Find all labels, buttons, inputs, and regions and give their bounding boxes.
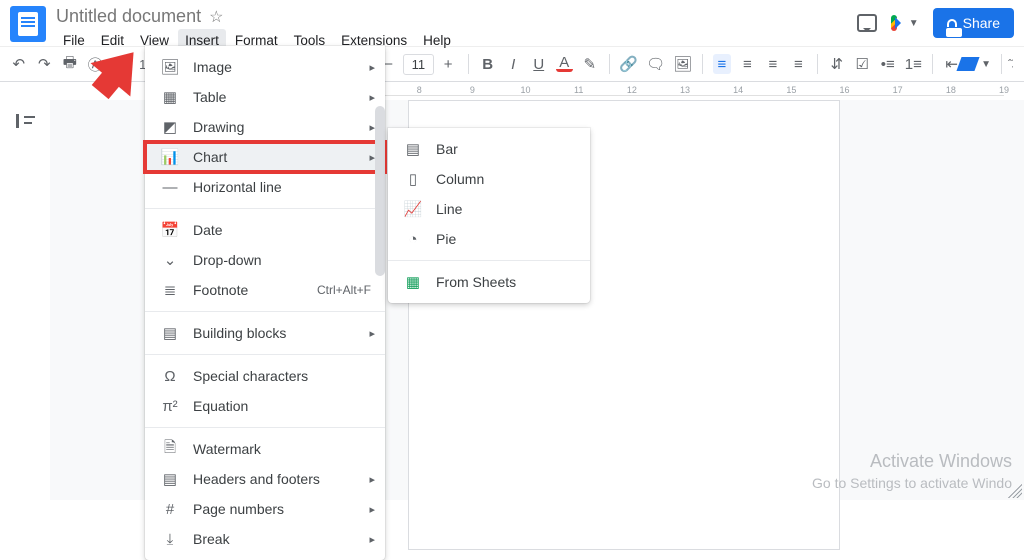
insert-date[interactable]: 📅Date (145, 215, 385, 245)
header: Untitled document ☆ File Edit View Inser… (0, 0, 1024, 46)
line-spacing-icon[interactable]: ⇵ (828, 54, 846, 74)
highlight-icon[interactable]: ✎ (581, 54, 599, 74)
align-center-icon[interactable]: ≡ (739, 54, 757, 74)
insert-special-chars[interactable]: ΩSpecial characters (145, 361, 385, 391)
docs-logo-icon[interactable] (10, 6, 46, 42)
print-icon[interactable]: 🖶 (61, 54, 79, 74)
undo-icon[interactable]: ↶ (10, 54, 28, 74)
outline-icon[interactable] (16, 114, 34, 128)
numbered-list-icon[interactable]: 1≡ (905, 54, 923, 74)
text-color-icon[interactable]: A (556, 56, 574, 72)
insert-page-numbers[interactable]: #Page numbers▸ (145, 494, 385, 524)
chart-line[interactable]: 📈Line (388, 194, 590, 224)
chart-pie[interactable]: ◔Pie (388, 224, 590, 254)
line-chart-icon: 📈 (404, 200, 422, 218)
menu-file[interactable]: File (56, 29, 92, 52)
chart-column[interactable]: ▯Column (388, 164, 590, 194)
activate-windows-watermark: Activate Windows Go to Settings to activ… (812, 450, 1012, 492)
watermark-icon: 🗎 (161, 440, 179, 458)
pagenum-icon: # (161, 500, 179, 518)
insert-watermark[interactable]: 🗎Watermark (145, 434, 385, 464)
collapse-icon[interactable]: ˆ (1008, 57, 1012, 71)
insert-image-icon[interactable]: 🖼 (673, 54, 692, 74)
omega-icon: Ω (161, 367, 179, 385)
footnote-icon: ≣ (161, 281, 179, 299)
star-icon[interactable]: ☆ (209, 7, 223, 27)
left-sidebar (0, 100, 50, 500)
document-title[interactable]: Untitled document (56, 6, 201, 27)
lock-icon (947, 19, 957, 27)
chart-from-sheets[interactable]: ▦From Sheets (388, 267, 590, 297)
insert-menu: 🖼Image▸ ▦Table▸ ◩Drawing▸ 📊Chart▸ ―Horiz… (145, 46, 385, 560)
checklist-icon[interactable]: ☑ (854, 54, 872, 74)
chart-bar[interactable]: ▤Bar (388, 134, 590, 164)
hr-icon: ― (161, 178, 179, 196)
insert-hr[interactable]: ―Horizontal line (145, 172, 385, 202)
drawing-icon: ◩ (161, 118, 179, 136)
equation-icon: π² (161, 397, 179, 415)
font-size-value[interactable]: 11 (403, 54, 435, 75)
insert-building-blocks[interactable]: ▤Building blocks▸ (145, 318, 385, 348)
align-justify-icon[interactable]: ≡ (790, 54, 808, 74)
insert-equation[interactable]: π²Equation (145, 391, 385, 421)
editing-mode-button[interactable]: ▼ ˆ (959, 54, 1012, 74)
menu-help[interactable]: Help (416, 29, 458, 52)
column-chart-icon: ▯ (404, 170, 422, 188)
chart-icon: 📊 (161, 148, 179, 166)
insert-break[interactable]: ⤓Break▸ (145, 524, 385, 554)
resize-grip-icon (1008, 484, 1022, 498)
italic-icon[interactable]: I (504, 54, 522, 74)
pen-icon (957, 57, 980, 71)
font-size-control[interactable]: − 11 + (379, 54, 459, 75)
font-size-plus[interactable]: + (438, 54, 458, 74)
add-comment-icon[interactable]: 🗨 (646, 54, 665, 74)
insert-table[interactable]: ▦Table▸ (145, 82, 385, 112)
insert-chart[interactable]: 📊Chart▸ (145, 142, 385, 172)
redo-icon[interactable]: ↷ (36, 54, 54, 74)
date-icon: 📅 (161, 221, 179, 239)
pie-chart-icon: ◔ (404, 230, 422, 248)
insert-headers-footers[interactable]: ▤Headers and footers▸ (145, 464, 385, 494)
break-icon: ⤓ (161, 530, 179, 548)
blocks-icon: ▤ (161, 324, 179, 342)
underline-icon[interactable]: U (530, 54, 548, 74)
link-icon[interactable]: 🔗 (619, 54, 638, 74)
insert-image[interactable]: 🖼Image▸ (145, 52, 385, 82)
bulleted-list-icon[interactable]: •≡ (879, 54, 897, 74)
align-left-icon[interactable]: ≡ (713, 54, 731, 74)
share-label: Share (963, 15, 1000, 31)
image-icon: 🖼 (161, 58, 179, 76)
share-button[interactable]: Share (933, 8, 1014, 38)
chart-submenu: ▤Bar ▯Column 📈Line ◔Pie ▦From Sheets (388, 128, 590, 303)
sheets-icon: ▦ (404, 273, 422, 291)
meet-icon[interactable]: ▼ (891, 13, 919, 33)
headers-icon: ▤ (161, 470, 179, 488)
insert-footnote[interactable]: ≣FootnoteCtrl+Alt+F (145, 275, 385, 305)
bold-icon[interactable]: B (479, 54, 497, 74)
table-icon: ▦ (161, 88, 179, 106)
bar-chart-icon: ▤ (404, 140, 422, 158)
comments-icon[interactable] (857, 14, 877, 32)
menu-scrollbar[interactable] (375, 106, 385, 276)
dropdown-icon: ⌄ (161, 251, 179, 269)
insert-drawing[interactable]: ◩Drawing▸ (145, 112, 385, 142)
insert-dropdown[interactable]: ⌄Drop-down (145, 245, 385, 275)
align-right-icon[interactable]: ≡ (764, 54, 782, 74)
